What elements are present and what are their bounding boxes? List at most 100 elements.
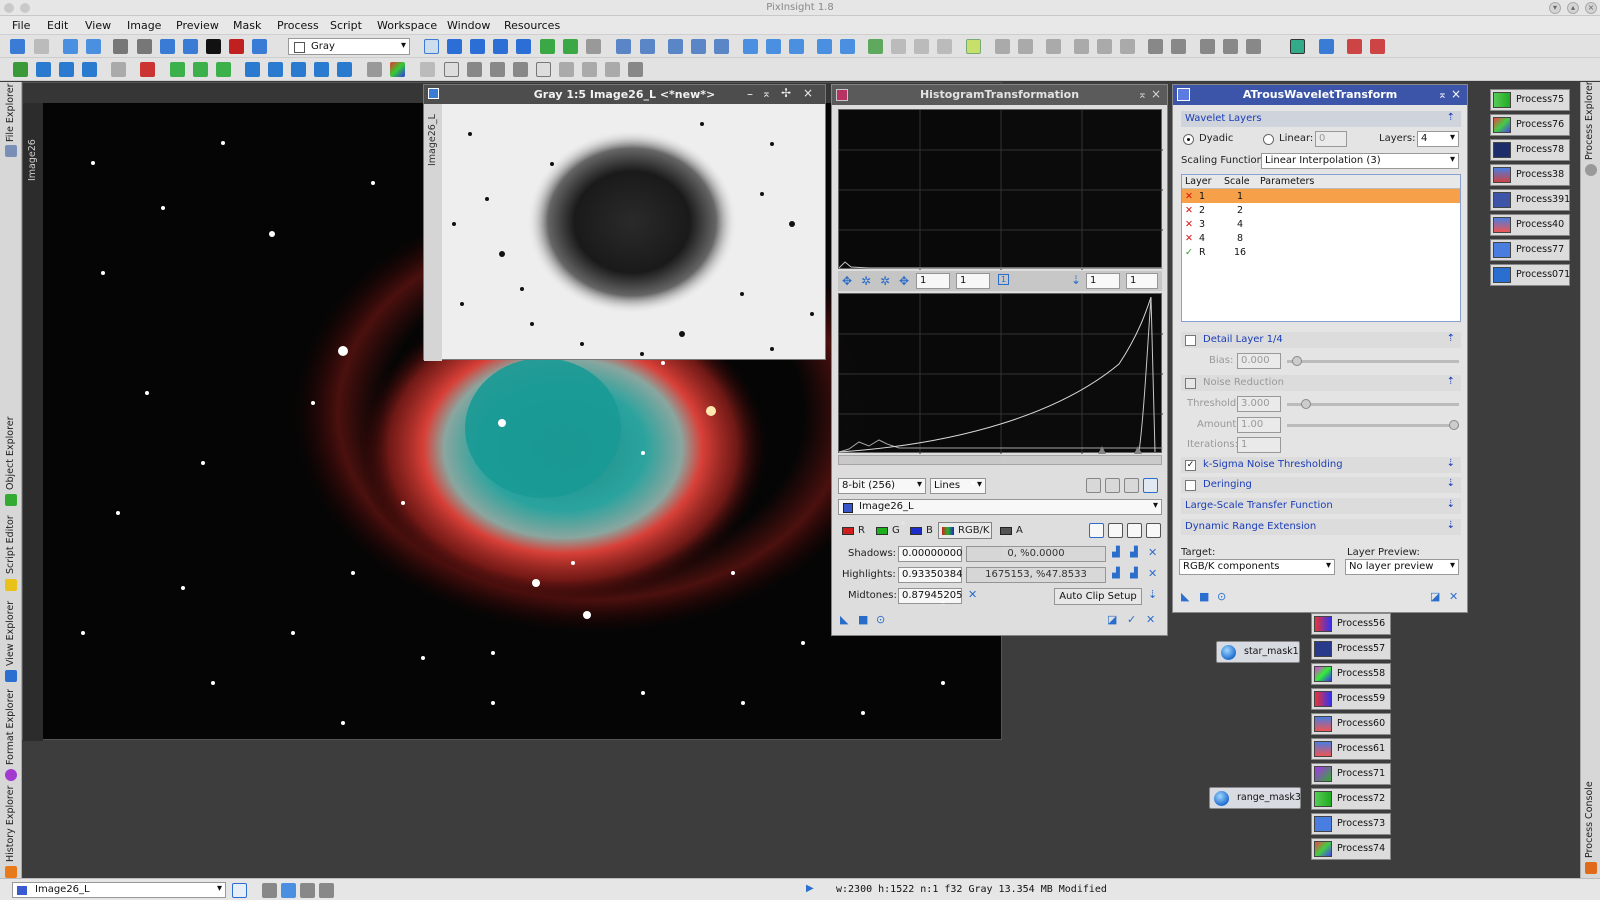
expand-icon[interactable]: ⇣ bbox=[1447, 520, 1455, 531]
process-icon-7[interactable] bbox=[1120, 39, 1135, 54]
process-icon-process61[interactable]: Process61 bbox=[1311, 738, 1391, 760]
enabled-mark-icon[interactable]: ✓ bbox=[1182, 245, 1196, 259]
play-icon[interactable]: ▶ bbox=[806, 883, 814, 894]
edit-preview-icon[interactable] bbox=[563, 39, 578, 54]
auto-clip-setup-button[interactable]: Auto Clip Setup bbox=[1054, 588, 1142, 605]
table-row[interactable]: ✕ 4 8 bbox=[1182, 231, 1460, 245]
highlights-auto2-icon[interactable]: ▟ bbox=[1130, 568, 1138, 579]
dock-tab-history-explorer[interactable]: History Explorer bbox=[5, 786, 16, 862]
window-icon-5[interactable] bbox=[914, 39, 929, 54]
process-icon-process40[interactable]: Process40 bbox=[1490, 214, 1570, 236]
resolution-select[interactable]: 8-bit (256) bbox=[838, 478, 926, 494]
zoom-fit-icon[interactable]: ✲ bbox=[861, 274, 871, 288]
channel-g-label[interactable]: G bbox=[892, 525, 900, 536]
process-icon-process72[interactable]: Process72 bbox=[1311, 788, 1391, 810]
process-icon-process59[interactable]: Process59 bbox=[1311, 688, 1391, 710]
menu-mask[interactable]: Mask bbox=[233, 19, 261, 32]
real-time-preview-icon[interactable]: ⊙ bbox=[1217, 590, 1226, 603]
zoom-out-icon[interactable] bbox=[640, 39, 655, 54]
rendering-icon[interactable] bbox=[1105, 478, 1120, 493]
iterations-spin[interactable]: 1 bbox=[1237, 437, 1281, 453]
shadows-auto2-icon[interactable]: ▟ bbox=[1130, 547, 1138, 558]
maximize-view-icon[interactable]: ✢ bbox=[781, 86, 791, 100]
noise-reduction-section[interactable]: Noise Reduction ⇡ bbox=[1181, 375, 1461, 391]
zoom-out-mode-icon[interactable] bbox=[493, 39, 508, 54]
gray-image-window[interactable]: Gray 1:5 Image26_L <*new*> – ⌅ ✢ × Image… bbox=[423, 84, 826, 361]
zoom-fit-window-icon[interactable] bbox=[714, 39, 729, 54]
process-icon-6[interactable] bbox=[1097, 39, 1112, 54]
highlights-reset-icon[interactable]: ✕ bbox=[1148, 567, 1157, 580]
menu-window[interactable]: Window bbox=[447, 19, 490, 32]
tool-icon-7[interactable] bbox=[170, 62, 185, 77]
channel-b-swatch[interactable] bbox=[910, 527, 922, 535]
amount-slider-handle[interactable] bbox=[1449, 420, 1459, 430]
tool-icon-4[interactable] bbox=[82, 62, 97, 77]
process-icon-process77[interactable]: Process77 bbox=[1490, 239, 1570, 261]
process-icon-process73[interactable]: Process73 bbox=[1311, 813, 1391, 835]
menu-preview[interactable]: Preview bbox=[176, 19, 219, 32]
rotate-cw-icon[interactable] bbox=[268, 62, 283, 77]
shade-icon[interactable]: ⌅ bbox=[1138, 88, 1147, 101]
cascade-icon[interactable] bbox=[766, 39, 781, 54]
apply-global-icon[interactable]: ■ bbox=[1199, 590, 1209, 603]
view-icon-2[interactable] bbox=[137, 39, 152, 54]
process-icon-process75[interactable]: Process75 bbox=[1490, 89, 1570, 111]
maximize-icon[interactable]: ▴ bbox=[1567, 2, 1579, 14]
close-icon[interactable]: × bbox=[1585, 2, 1597, 14]
color-icon[interactable] bbox=[390, 62, 405, 77]
preview-icon-9[interactable] bbox=[605, 62, 620, 77]
zoom-in-icon[interactable] bbox=[616, 39, 631, 54]
collapse-icon[interactable]: ⇣ bbox=[1071, 273, 1081, 287]
shadows-input[interactable]: 0.00000000 bbox=[898, 546, 962, 562]
display-blue-icon[interactable] bbox=[281, 883, 296, 898]
wavelet-layers-section[interactable]: Wavelet Layers ⇡ bbox=[1181, 111, 1461, 127]
input-histogram-graph[interactable] bbox=[838, 293, 1163, 454]
threshold-slider[interactable] bbox=[1287, 403, 1459, 406]
reset-channel-icon[interactable] bbox=[1089, 523, 1104, 538]
duplicate-icon[interactable] bbox=[86, 39, 101, 54]
midtones-input[interactable]: 0.87945205 bbox=[898, 588, 962, 604]
tool-icon-3[interactable] bbox=[59, 62, 74, 77]
process-icon-process76[interactable]: Process76 bbox=[1490, 114, 1570, 136]
view-icon-1[interactable] bbox=[113, 39, 128, 54]
graph-style-select[interactable]: Lines bbox=[930, 478, 986, 494]
preview-icon-10[interactable] bbox=[628, 62, 643, 77]
bias-slider-handle[interactable] bbox=[1292, 356, 1302, 366]
preview-icon-6[interactable] bbox=[536, 62, 551, 77]
pointer-icon[interactable] bbox=[586, 39, 601, 54]
dock-tab-process-explorer[interactable]: Process Explorer bbox=[1584, 81, 1595, 160]
zoom-v-spin[interactable]: 1 bbox=[956, 273, 990, 289]
amount-slider[interactable] bbox=[1287, 424, 1459, 427]
table-row[interactable]: ✕ 2 2 bbox=[1182, 203, 1460, 217]
dock-tab-object-explorer[interactable]: Object Explorer bbox=[5, 416, 16, 490]
dock-tab-format-explorer[interactable]: Format Explorer bbox=[5, 689, 16, 765]
process-icon-process56[interactable]: Process56 bbox=[1311, 613, 1391, 635]
fit-view-icon[interactable] bbox=[743, 39, 758, 54]
layers-table[interactable]: Layer Scale Parameters ✕ 1 1 ✕ 2 2 ✕ 3 4… bbox=[1181, 174, 1461, 322]
new-instance-icon[interactable]: ◣ bbox=[840, 613, 848, 626]
preview-icon-2[interactable] bbox=[444, 62, 459, 77]
zoom2-v-spin[interactable]: 1 bbox=[1126, 273, 1158, 289]
zoom-1-1-icon[interactable] bbox=[668, 39, 683, 54]
auto-clip-collapse-icon[interactable]: ⇣ bbox=[1148, 588, 1157, 601]
dock-tab-view-explorer[interactable]: View Explorer bbox=[5, 601, 16, 666]
disabled-mark-icon[interactable]: ✕ bbox=[1182, 189, 1196, 203]
col-scale[interactable]: Scale bbox=[1224, 176, 1250, 187]
tool-icon-1[interactable] bbox=[13, 62, 28, 77]
tool-icon-6[interactable] bbox=[140, 62, 155, 77]
menu-workspace[interactable]: Workspace bbox=[377, 19, 437, 32]
collapse-icon[interactable]: ⇡ bbox=[1447, 333, 1455, 344]
channel-icon-4[interactable] bbox=[1146, 523, 1161, 538]
rotate-180-icon[interactable] bbox=[291, 62, 306, 77]
process-icon-3[interactable] bbox=[1018, 39, 1033, 54]
mirror-v-icon[interactable] bbox=[337, 62, 352, 77]
zoom-fit-icon[interactable] bbox=[447, 39, 462, 54]
highlights-auto-icon[interactable]: ▟ bbox=[1112, 568, 1120, 579]
tool-icon-8[interactable] bbox=[193, 62, 208, 77]
mirror-h-icon[interactable] bbox=[314, 62, 329, 77]
shadows-reset-icon[interactable]: ✕ bbox=[1148, 546, 1157, 559]
dock-tab-script-editor[interactable]: Script Editor bbox=[5, 515, 16, 574]
view-props-icon[interactable] bbox=[232, 883, 247, 898]
view-select[interactable]: Image26_L bbox=[838, 499, 1162, 515]
zoom-in-icon[interactable]: ✲ bbox=[880, 274, 890, 288]
